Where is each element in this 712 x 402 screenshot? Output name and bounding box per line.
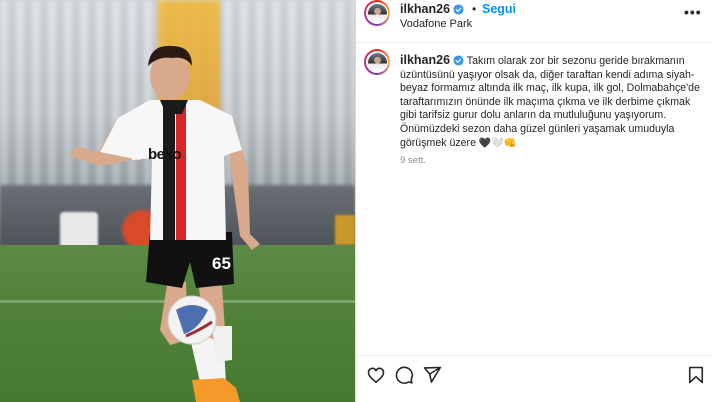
username-link[interactable]: ilkhan26: [400, 2, 464, 16]
action-bar: [356, 355, 712, 395]
caption-username[interactable]: ilkhan26: [400, 53, 450, 67]
shirt-number: 65: [212, 254, 231, 273]
post-header: ilkhan26 • Segui Vodafone Park •••: [356, 0, 712, 43]
football-player: [70, 45, 260, 402]
verified-badge-icon: [453, 4, 464, 15]
avatar[interactable]: [364, 0, 390, 26]
post-panel: ilkhan26 • Segui Vodafone Park ••• ilkha…: [356, 0, 712, 402]
post-timestamp[interactable]: 9 sett.: [400, 155, 426, 166]
separator: •: [472, 2, 477, 16]
caption-avatar[interactable]: [364, 49, 390, 75]
caption-text: Takım olarak zor bir sezonu geride bırak…: [400, 55, 700, 149]
verified-badge-icon: [453, 55, 464, 66]
username-label: ilkhan26: [400, 2, 451, 16]
bookmark-icon[interactable]: [686, 365, 706, 385]
more-icon[interactable]: •••: [684, 4, 702, 20]
location-link[interactable]: Vodafone Park: [400, 18, 472, 30]
jersey-sponsor: beko: [148, 146, 182, 163]
caption-emojis: 🖤🤍👊: [478, 137, 517, 149]
share-icon[interactable]: [422, 365, 442, 385]
heart-icon[interactable]: [366, 365, 386, 385]
post-image[interactable]: beko 65: [0, 0, 355, 402]
post-caption: ilkhan26 Takım olarak zor bir sezonu ger…: [400, 53, 700, 150]
follow-button[interactable]: Segui: [482, 2, 516, 16]
comment-icon[interactable]: [394, 365, 414, 385]
